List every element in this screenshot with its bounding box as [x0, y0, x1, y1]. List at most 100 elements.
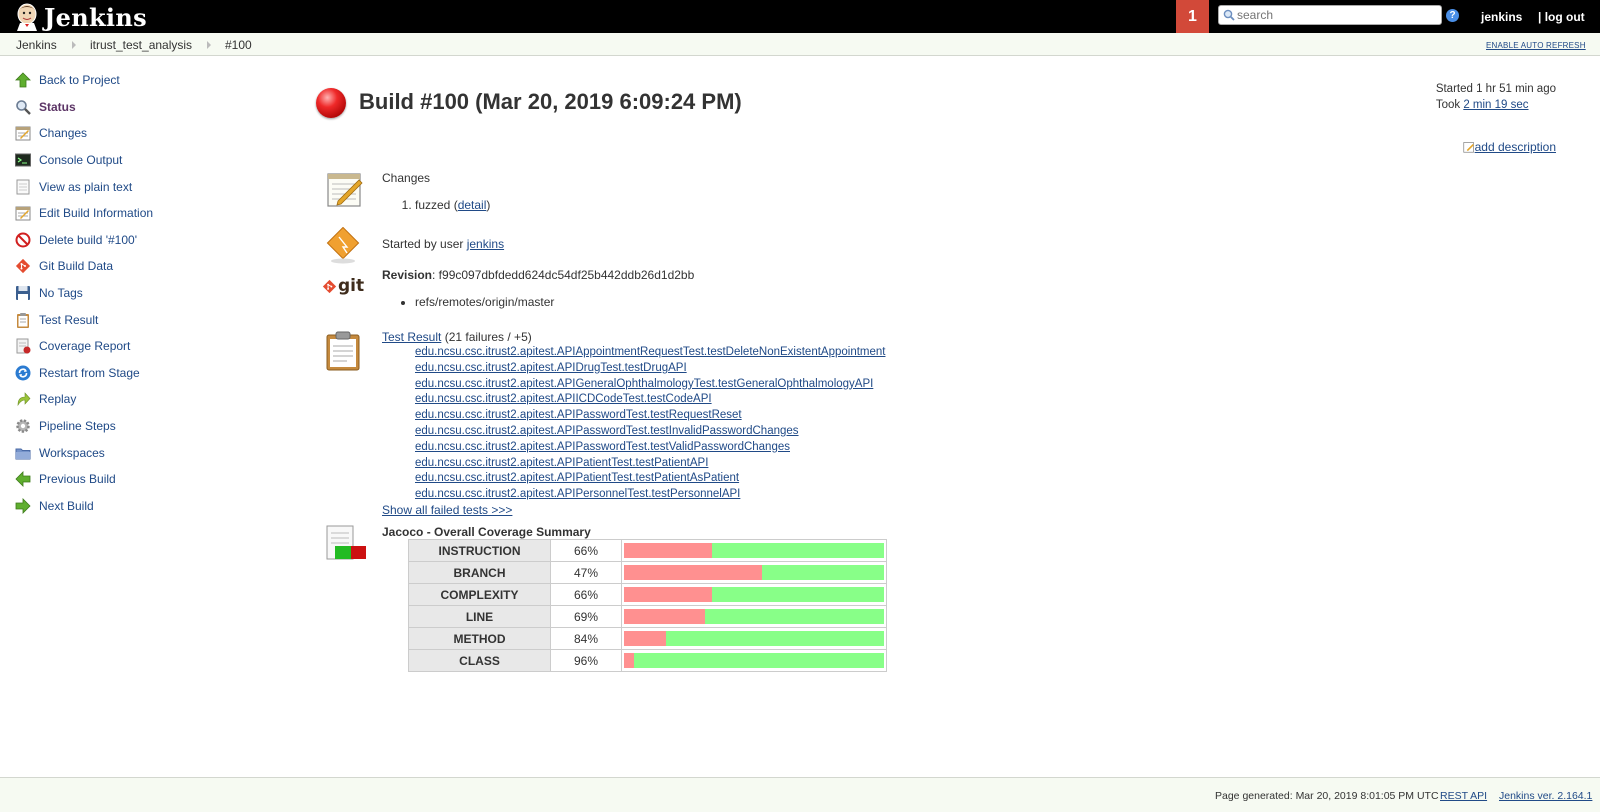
sidebar-item-label[interactable]: Restart from Stage: [39, 366, 140, 380]
failed-test-link[interactable]: edu.ncsu.csc.itrust2.apitest.APIPersonne…: [415, 487, 885, 503]
enable-auto-refresh-link[interactable]: ENABLE AUTO REFRESH: [1486, 41, 1586, 50]
breadcrumb-build[interactable]: #100: [225, 38, 252, 52]
sidebar-item-label[interactable]: Replay: [39, 392, 76, 406]
help-icon[interactable]: ?: [1446, 9, 1459, 22]
sidebar-item-label[interactable]: Test Result: [39, 313, 98, 327]
build-duration-link[interactable]: 2 min 19 sec: [1463, 99, 1528, 111]
failed-test-link[interactable]: edu.ncsu.csc.itrust2.apitest.APIPassword…: [415, 408, 885, 424]
revision-label: Revision: [382, 268, 433, 282]
coverage-bar-missed: [624, 631, 666, 646]
sidebar-item-no-tags[interactable]: No Tags: [14, 280, 284, 307]
coverage-bar: [624, 543, 884, 558]
test-result-link[interactable]: Test Result: [382, 330, 441, 344]
sidebar-item-git-build-data[interactable]: Git Build Data: [14, 253, 284, 280]
clipboard-icon: [14, 311, 32, 329]
sidebar-item-next-build[interactable]: Next Build: [14, 493, 284, 520]
test-result-summary: (21 failures / +5): [441, 330, 532, 344]
sidebar-item-delete-build[interactable]: Delete build '#100': [14, 227, 284, 254]
coverage-metric-label: METHOD: [408, 627, 551, 650]
sidebar-item-replay[interactable]: Replay: [14, 386, 284, 413]
sidebar-item-label[interactable]: Previous Build: [39, 472, 116, 486]
sidebar-item-status[interactable]: Status: [14, 94, 284, 121]
add-description-control[interactable]: add description: [1462, 140, 1556, 154]
coverage-percent: 96%: [550, 649, 622, 672]
jacoco-heading: Jacoco - Overall Coverage Summary: [382, 525, 591, 539]
list-item: fuzzed (detail): [415, 198, 490, 212]
jenkins-version-link[interactable]: Jenkins ver. 2.164.1: [1499, 790, 1592, 802]
sidebar-item-restart-from-stage[interactable]: Restart from Stage: [14, 360, 284, 387]
sidebar-item-label[interactable]: Changes: [39, 126, 87, 140]
failed-test-link[interactable]: edu.ncsu.csc.itrust2.apitest.APIPatientT…: [415, 471, 885, 487]
sidebar-item-changes[interactable]: Changes: [14, 120, 284, 147]
notepad-icon: [327, 173, 363, 207]
change-message: fuzzed (: [415, 198, 458, 212]
failed-test-link[interactable]: edu.ncsu.csc.itrust2.apitest.APIAppointm…: [415, 345, 885, 361]
sidebar-item-pipeline-steps[interactable]: Pipeline Steps: [14, 413, 284, 440]
sidebar-item-coverage-report[interactable]: Coverage Report: [14, 333, 284, 360]
edit-notepad-icon: [1462, 142, 1474, 153]
jenkins-logo[interactable]: Jenkins: [14, 2, 147, 32]
app-title: Jenkins: [44, 2, 147, 32]
sidebar-item-console-output[interactable]: Console Output: [14, 147, 284, 174]
build-started-text: Started 1 hr 51 min ago: [1435, 83, 1556, 95]
failed-test-link[interactable]: edu.ncsu.csc.itrust2.apitest.APIPassword…: [415, 440, 885, 456]
add-description-link[interactable]: add description: [1475, 140, 1556, 154]
show-all-failed-tests-link[interactable]: Show all failed tests >>>: [382, 503, 885, 517]
right-arrow-icon: [14, 497, 32, 515]
coverage-bar: [624, 653, 884, 668]
sidebar-item-label[interactable]: Workspaces: [39, 446, 105, 460]
logout-link[interactable]: | log out: [1538, 10, 1585, 24]
failed-test-link[interactable]: edu.ncsu.csc.itrust2.apitest.APIGeneralO…: [415, 377, 885, 393]
coverage-bar: [624, 631, 884, 646]
sidebar-item-label[interactable]: Git Build Data: [39, 259, 113, 273]
table-row: INSTRUCTION 66%: [408, 539, 887, 562]
sidebar-item-label[interactable]: No Tags: [39, 286, 83, 300]
user-link[interactable]: jenkins: [1481, 10, 1522, 24]
coverage-percent: 66%: [550, 539, 622, 562]
notification-badge[interactable]: 1: [1176, 0, 1209, 33]
no-entry-icon: [14, 231, 32, 249]
breadcrumb-jenkins[interactable]: Jenkins: [16, 38, 57, 52]
sidebar-item-label[interactable]: View as plain text: [39, 180, 132, 194]
coverage-icon: [326, 525, 366, 560]
cause-user-link[interactable]: jenkins: [467, 237, 504, 251]
sidebar-item-workspaces[interactable]: Workspaces: [14, 439, 284, 466]
revision-value: : f99c097dbfdedd624dc54df25b442ddb26d1d2…: [432, 268, 695, 282]
rest-api-link[interactable]: REST API: [1440, 790, 1487, 802]
sidebar-item-edit-build-information[interactable]: Edit Build Information: [14, 200, 284, 227]
change-detail-link[interactable]: detail: [458, 198, 487, 212]
breadcrumb-project[interactable]: itrust_test_analysis: [90, 38, 192, 52]
sidebar-item-label[interactable]: Next Build: [39, 499, 94, 513]
sidebar-item-label[interactable]: Pipeline Steps: [39, 419, 116, 433]
sidebar-item-label[interactable]: Console Output: [39, 153, 122, 167]
sidebar-item-back-to-project[interactable]: Back to Project: [14, 67, 284, 94]
failed-test-link[interactable]: edu.ncsu.csc.itrust2.apitest.APIICDCodeT…: [415, 392, 885, 408]
coverage-bar-cell: [621, 583, 887, 606]
coverage-percent: 69%: [550, 605, 622, 628]
search-input[interactable]: [1237, 7, 1437, 23]
failed-test-link[interactable]: edu.ncsu.csc.itrust2.apitest.APIPatientT…: [415, 456, 885, 472]
search-box[interactable]: [1218, 5, 1442, 25]
sidebar-item-label[interactable]: Back to Project: [39, 73, 120, 87]
sidebar-item-view-as-plain-text[interactable]: View as plain text: [14, 173, 284, 200]
notepad-icon: [14, 124, 32, 142]
sidebar-item-label[interactable]: Status: [39, 100, 76, 114]
sidebar-item-label[interactable]: Coverage Report: [39, 339, 130, 353]
coverage-percent: 47%: [550, 561, 622, 584]
gear-icon: [14, 417, 32, 435]
sidebar-item-test-result[interactable]: Test Result: [14, 306, 284, 333]
table-row: METHOD 84%: [408, 627, 887, 650]
failed-test-link[interactable]: edu.ncsu.csc.itrust2.apitest.APIPassword…: [415, 424, 885, 440]
sidebar-item-label[interactable]: Delete build '#100': [39, 233, 137, 247]
coverage-metric-label: CLASS: [408, 649, 551, 672]
sidebar-item-label[interactable]: Edit Build Information: [39, 206, 153, 220]
git-logo-text: git: [338, 276, 365, 296]
sidebar-item-previous-build[interactable]: Previous Build: [14, 466, 284, 493]
coverage-percent: 84%: [550, 627, 622, 650]
coverage-bar-missed: [624, 587, 713, 602]
failed-test-link[interactable]: edu.ncsu.csc.itrust2.apitest.APIDrugTest…: [415, 361, 885, 377]
coverage-summary-table: INSTRUCTION 66% BRANCH 47% COMPLEXITY 66% LINE…: [408, 539, 887, 672]
coverage-bar-cell: [621, 561, 887, 584]
folder-icon: [14, 444, 32, 462]
coverage-metric-label: BRANCH: [408, 561, 551, 584]
